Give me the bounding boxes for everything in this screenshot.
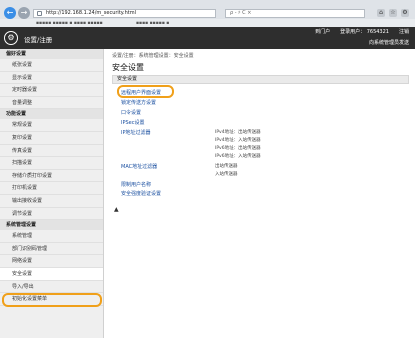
app-header: ⚙ 设置/注册 到门户 登录用户： 7654321 注销 向系统管理员发送 [0,27,415,49]
sidebar-item-system-admin[interactable]: 系统管理 [0,230,103,243]
sidebar-section-function: 功能设置 [0,109,103,120]
link-mac-filter[interactable]: MAC地址过滤器 [121,163,157,170]
ip-filter-value: IPv6地址：入站传送器 [215,154,261,159]
ip-filter-value: IPv4地址：出站传送器 [215,130,261,135]
tab-second[interactable]: ▪▪▪▪ ▪▪▪▪▪ ▪ [130,20,175,27]
url-text: http://192.168.1.24/m_security.html [46,10,136,16]
link-password[interactable]: 口令设置 [121,109,141,116]
panel-header: 安全设置 [112,75,409,84]
address-bar[interactable]: http://192.168.1.24/m_security.html [33,9,216,18]
login-user-label: 登录用户： 7654321 [340,29,389,35]
back-button[interactable]: ← [4,7,16,19]
sidebar-item-paper[interactable]: 纸张设置 [0,59,103,72]
settings-gear-icon: ⚙ [4,31,18,45]
sidebar-section-system: 系统管理设置 [0,220,103,231]
page-title: 安全设置 [112,63,144,72]
ip-filter-value: IPv4地址：入站传送器 [215,138,261,143]
sidebar-item-scan[interactable]: 扫描设置 [0,157,103,170]
sidebar-item-timer[interactable]: 定时器设置 [0,84,103,97]
sidebar-section-preferences: 偏好设置 [0,49,103,59]
browser-search-controls[interactable]: ρ - ♯ C × [225,9,365,18]
sidebar-item-network[interactable]: 网络设置 [0,255,103,268]
tab-remote-ui[interactable]: ▪▪▪▪▪ ▪▪▪▪▪ ▪ ▪▪▪▪ ▪▪▪▪▪ [30,20,109,27]
sidebar-item-output-receive[interactable]: 输出接收设置 [0,195,103,208]
sidebar-item-printer[interactable]: 打印机设置 [0,182,103,195]
sidebar-item-import-export[interactable]: 导入/导出 [0,281,103,294]
highlight-remote-ui-link [117,85,174,98]
sidebar-item-dept-id[interactable]: 部门识别码管理 [0,243,103,256]
sidebar-item-copy[interactable]: 复印设置 [0,132,103,145]
sidebar-item-media-print[interactable]: 存储介质打印设置 [0,170,103,183]
back-to-top-icon[interactable]: ▲ [114,206,119,213]
link-ipsec[interactable]: IPSec设置 [121,119,145,126]
sidebar-item-volume[interactable]: 音量调整 [0,97,103,110]
link-ip-filter[interactable]: IP地址过滤器 [121,129,151,136]
link-restrict-username[interactable]: 限制用户名称 [121,181,151,188]
browser-tabs: ▪▪▪▪▪ ▪▪▪▪▪ ▪ ▪▪▪▪ ▪▪▪▪▪ ▪▪▪▪ ▪▪▪▪▪ ▪ [0,19,415,27]
sidebar-item-common[interactable]: 常规设置 [0,119,103,132]
mac-filter-value: 入站传送器 [215,172,238,177]
settings-icon[interactable]: ⚙ [401,9,409,17]
sidebar-item-adjust[interactable]: 调节设置 [0,208,103,221]
favorites-icon[interactable]: ☆ [389,9,397,17]
sidebar-item-security[interactable]: 安全设置 [0,267,103,281]
sidebar-item-fax[interactable]: 传真设置 [0,145,103,158]
link-lock-sender[interactable]: 锁定传送方设置 [121,99,156,106]
sidebar-item-display[interactable]: 显示设置 [0,72,103,85]
highlight-security-sidebar [2,293,102,307]
app-title: 设置/注册 [24,36,53,44]
logout-button[interactable]: 注销 [399,27,409,37]
mail-admin-link[interactable]: 向系统管理员发送 [369,38,409,48]
link-security-strength[interactable]: 安全强度验证设置 [121,190,161,197]
breadcrumb: 设置/注册：系统管理设置：安全设置 [112,53,194,59]
mac-filter-value: 出站传送器 [215,164,238,169]
ip-filter-value: IPv6地址：出站传送器 [215,146,261,151]
forward-button[interactable]: → [18,7,30,19]
portal-link[interactable]: 到门户 [315,27,330,37]
home-icon[interactable]: ⌂ [377,9,385,17]
page-icon [37,11,42,16]
